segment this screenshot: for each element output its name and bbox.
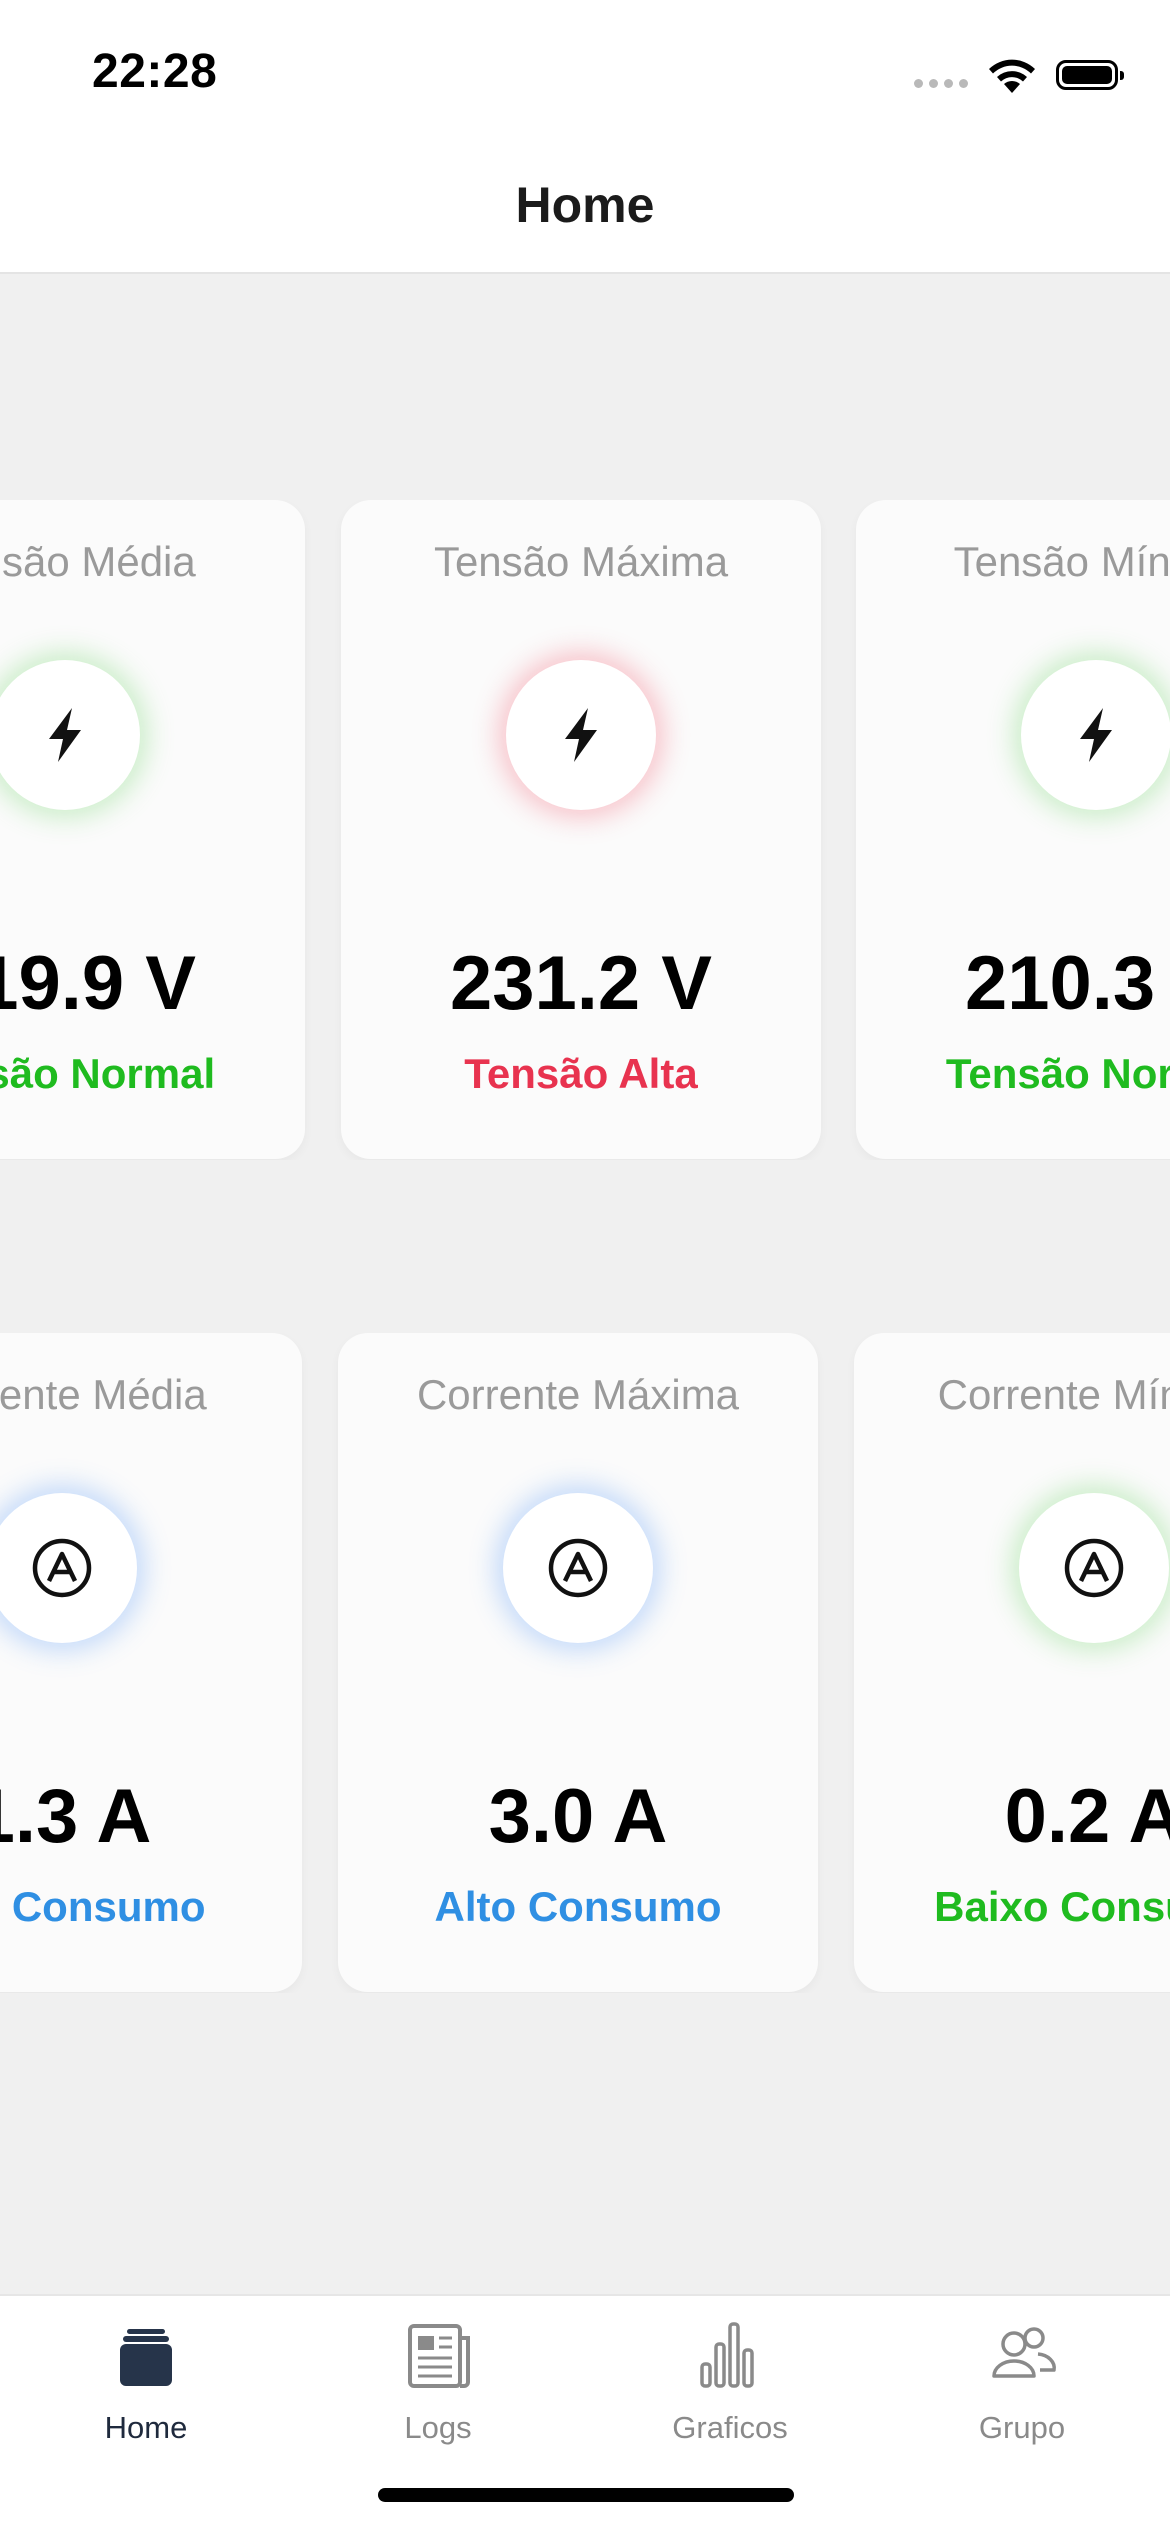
card-value: 231.2 V [450, 941, 712, 1026]
card-tensao-minima[interactable]: Tensão Mínima 210.3 V Tensão Normal [856, 500, 1170, 1159]
card-corrente-minima[interactable]: Corrente Mínima 0.2 A Baixo Consumo [854, 1333, 1170, 1992]
badge [0, 1493, 137, 1643]
page-title: Home [515, 177, 655, 233]
tab-logs[interactable]: Logs [292, 2316, 584, 2456]
lightning-icon [1080, 708, 1112, 762]
cellular-signal-icon [914, 78, 968, 88]
badge [0, 660, 140, 810]
battery-icon [1056, 60, 1124, 90]
ampere-icon [1064, 1538, 1124, 1598]
card-status: Alto Consumo [434, 1883, 722, 1930]
lightning-icon [565, 708, 597, 762]
voltage-carousel[interactable]: Tensão Média 219.9 V Tensão Normal Tensã… [0, 500, 1170, 1160]
tab-label: Graficos [672, 2410, 788, 2445]
card-value: 3.0 A [488, 1774, 668, 1859]
card-title: Tensão Mínima [953, 538, 1170, 585]
home-screen: 22:28 Home Tensão Média 219.9 V Tensão N… [0, 0, 1170, 2532]
bar-chart-icon [700, 2322, 754, 2388]
people-icon [992, 2327, 1056, 2378]
tab-label: Grupo [978, 2410, 1066, 2445]
card-value: 219.9 V [0, 941, 196, 1026]
newspaper-icon [408, 2324, 470, 2388]
status-icons [914, 50, 1124, 100]
card-title: Corrente Média [0, 1371, 207, 1418]
ampere-icon [32, 1538, 92, 1598]
lightning-icon [49, 708, 81, 762]
home-indicator[interactable] [378, 2488, 794, 2502]
card-title: Tensão Média [0, 538, 196, 585]
tab-graficos[interactable]: Graficos [584, 2316, 876, 2456]
card-status: Tensão Normal [945, 1050, 1170, 1097]
badge [506, 660, 656, 810]
card-status: Tensão Normal [0, 1050, 216, 1097]
card-title: Corrente Mínima [937, 1371, 1170, 1418]
card-status: Alto Consumo [0, 1883, 206, 1930]
tab-label: Home [104, 2410, 188, 2445]
card-tensao-media[interactable]: Tensão Média 219.9 V Tensão Normal [0, 500, 305, 1159]
card-title: Corrente Máxima [416, 1371, 740, 1418]
card-corrente-maxima[interactable]: Corrente Máxima 3.0 A Alto Consumo [338, 1333, 818, 1992]
top-bar: 22:28 Home [0, 0, 1170, 274]
current-carousel[interactable]: Corrente Média 1.3 A Alto Consumo Corren… [0, 1333, 1170, 1993]
home-stack-icon [120, 2329, 172, 2386]
card-value: 0.2 A [1004, 1774, 1170, 1859]
status-time: 22:28 [92, 45, 218, 98]
card-status: Baixo Consumo [934, 1883, 1170, 1930]
badge [1021, 660, 1170, 810]
card-status: Tensão Alta [464, 1050, 698, 1097]
card-corrente-media[interactable]: Corrente Média 1.3 A Alto Consumo [0, 1333, 302, 1992]
wifi-icon [989, 59, 1035, 93]
tab-label: Logs [404, 2410, 472, 2445]
badge [503, 1493, 653, 1643]
card-value: 210.3 V [965, 941, 1170, 1026]
card-title: Tensão Máxima [433, 538, 729, 585]
tab-grupo[interactable]: Grupo [876, 2316, 1168, 2456]
ampere-icon [548, 1538, 608, 1598]
badge [1019, 1493, 1169, 1643]
tab-home[interactable]: Home [0, 2316, 292, 2456]
card-tensao-maxima[interactable]: Tensão Máxima 231.2 V Tensão Alta [341, 500, 821, 1159]
card-value: 1.3 A [0, 1774, 152, 1859]
